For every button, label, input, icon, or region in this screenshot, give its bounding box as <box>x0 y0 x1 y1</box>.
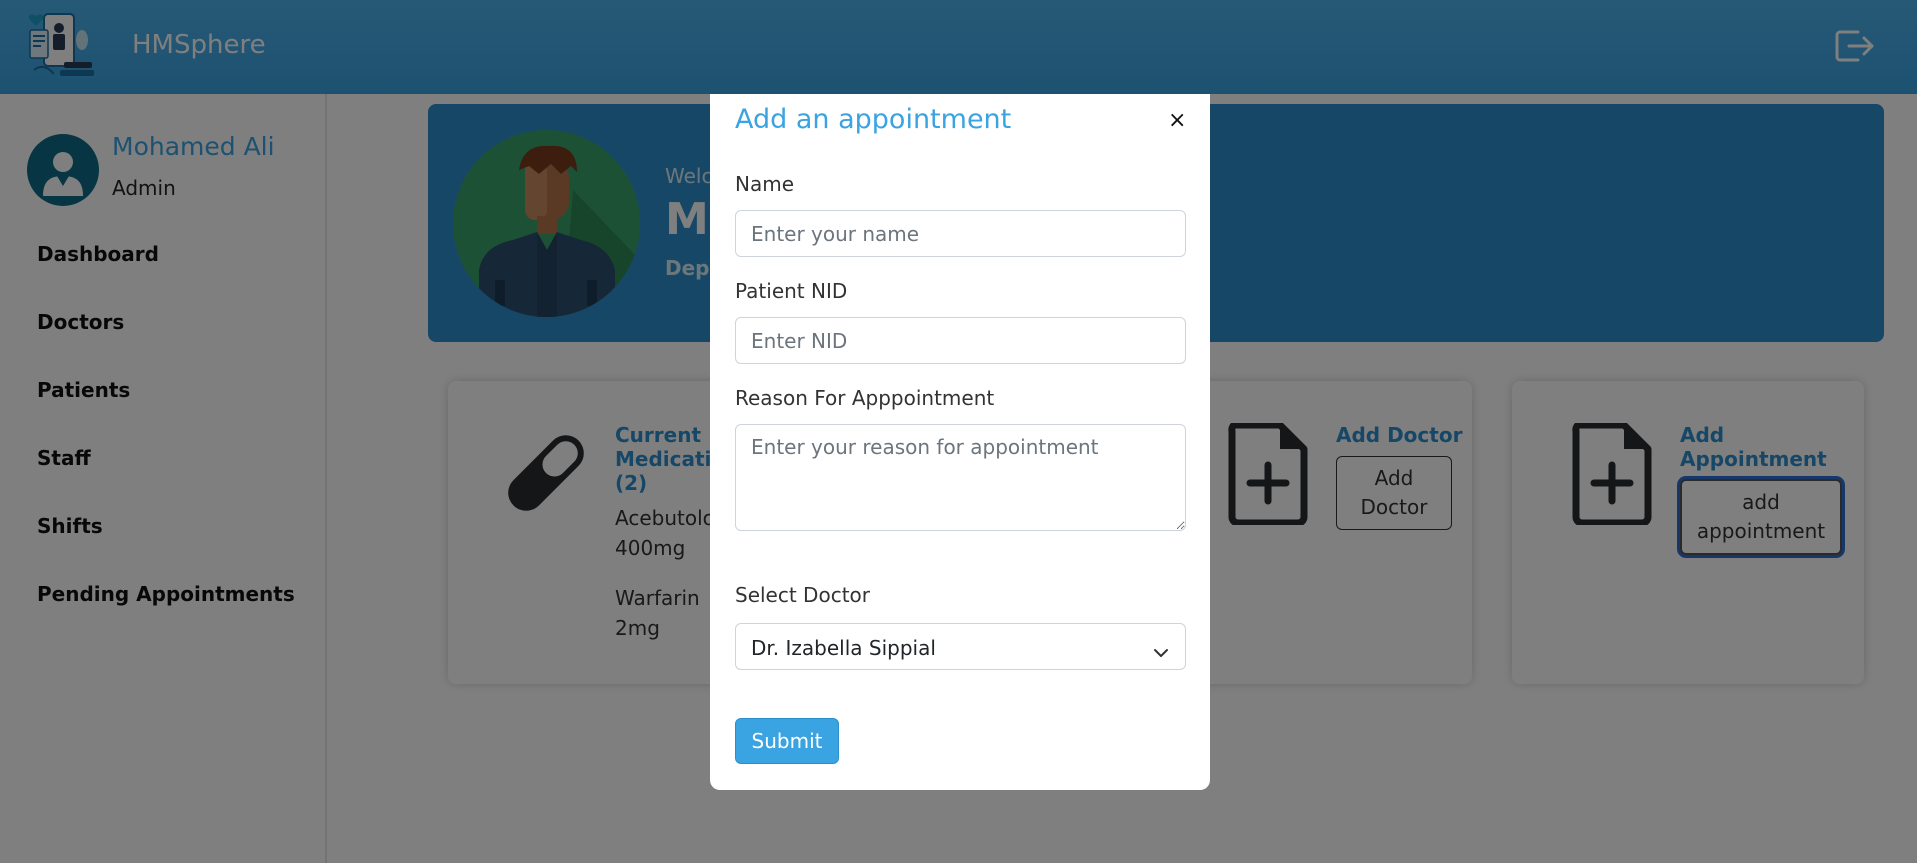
name-label: Name <box>735 172 795 196</box>
doctor-label: Select Doctor <box>735 583 870 607</box>
doctor-select[interactable]: Dr. Izabella Sippial <box>735 623 1186 670</box>
name-input[interactable] <box>735 210 1186 257</box>
nid-input[interactable] <box>735 317 1186 364</box>
add-appointment-modal: Add an appointment × Name Patient NID Re… <box>710 94 1210 790</box>
close-icon[interactable]: × <box>1168 108 1186 133</box>
chevron-down-icon <box>1153 640 1169 657</box>
reason-textarea[interactable] <box>735 424 1186 531</box>
nid-label: Patient NID <box>735 279 848 303</box>
reason-label: Reason For Apppointment <box>735 386 995 410</box>
submit-button[interactable]: Submit <box>735 718 839 764</box>
doctor-select-value: Dr. Izabella Sippial <box>751 636 936 660</box>
modal-title: Add an appointment <box>735 104 1012 135</box>
